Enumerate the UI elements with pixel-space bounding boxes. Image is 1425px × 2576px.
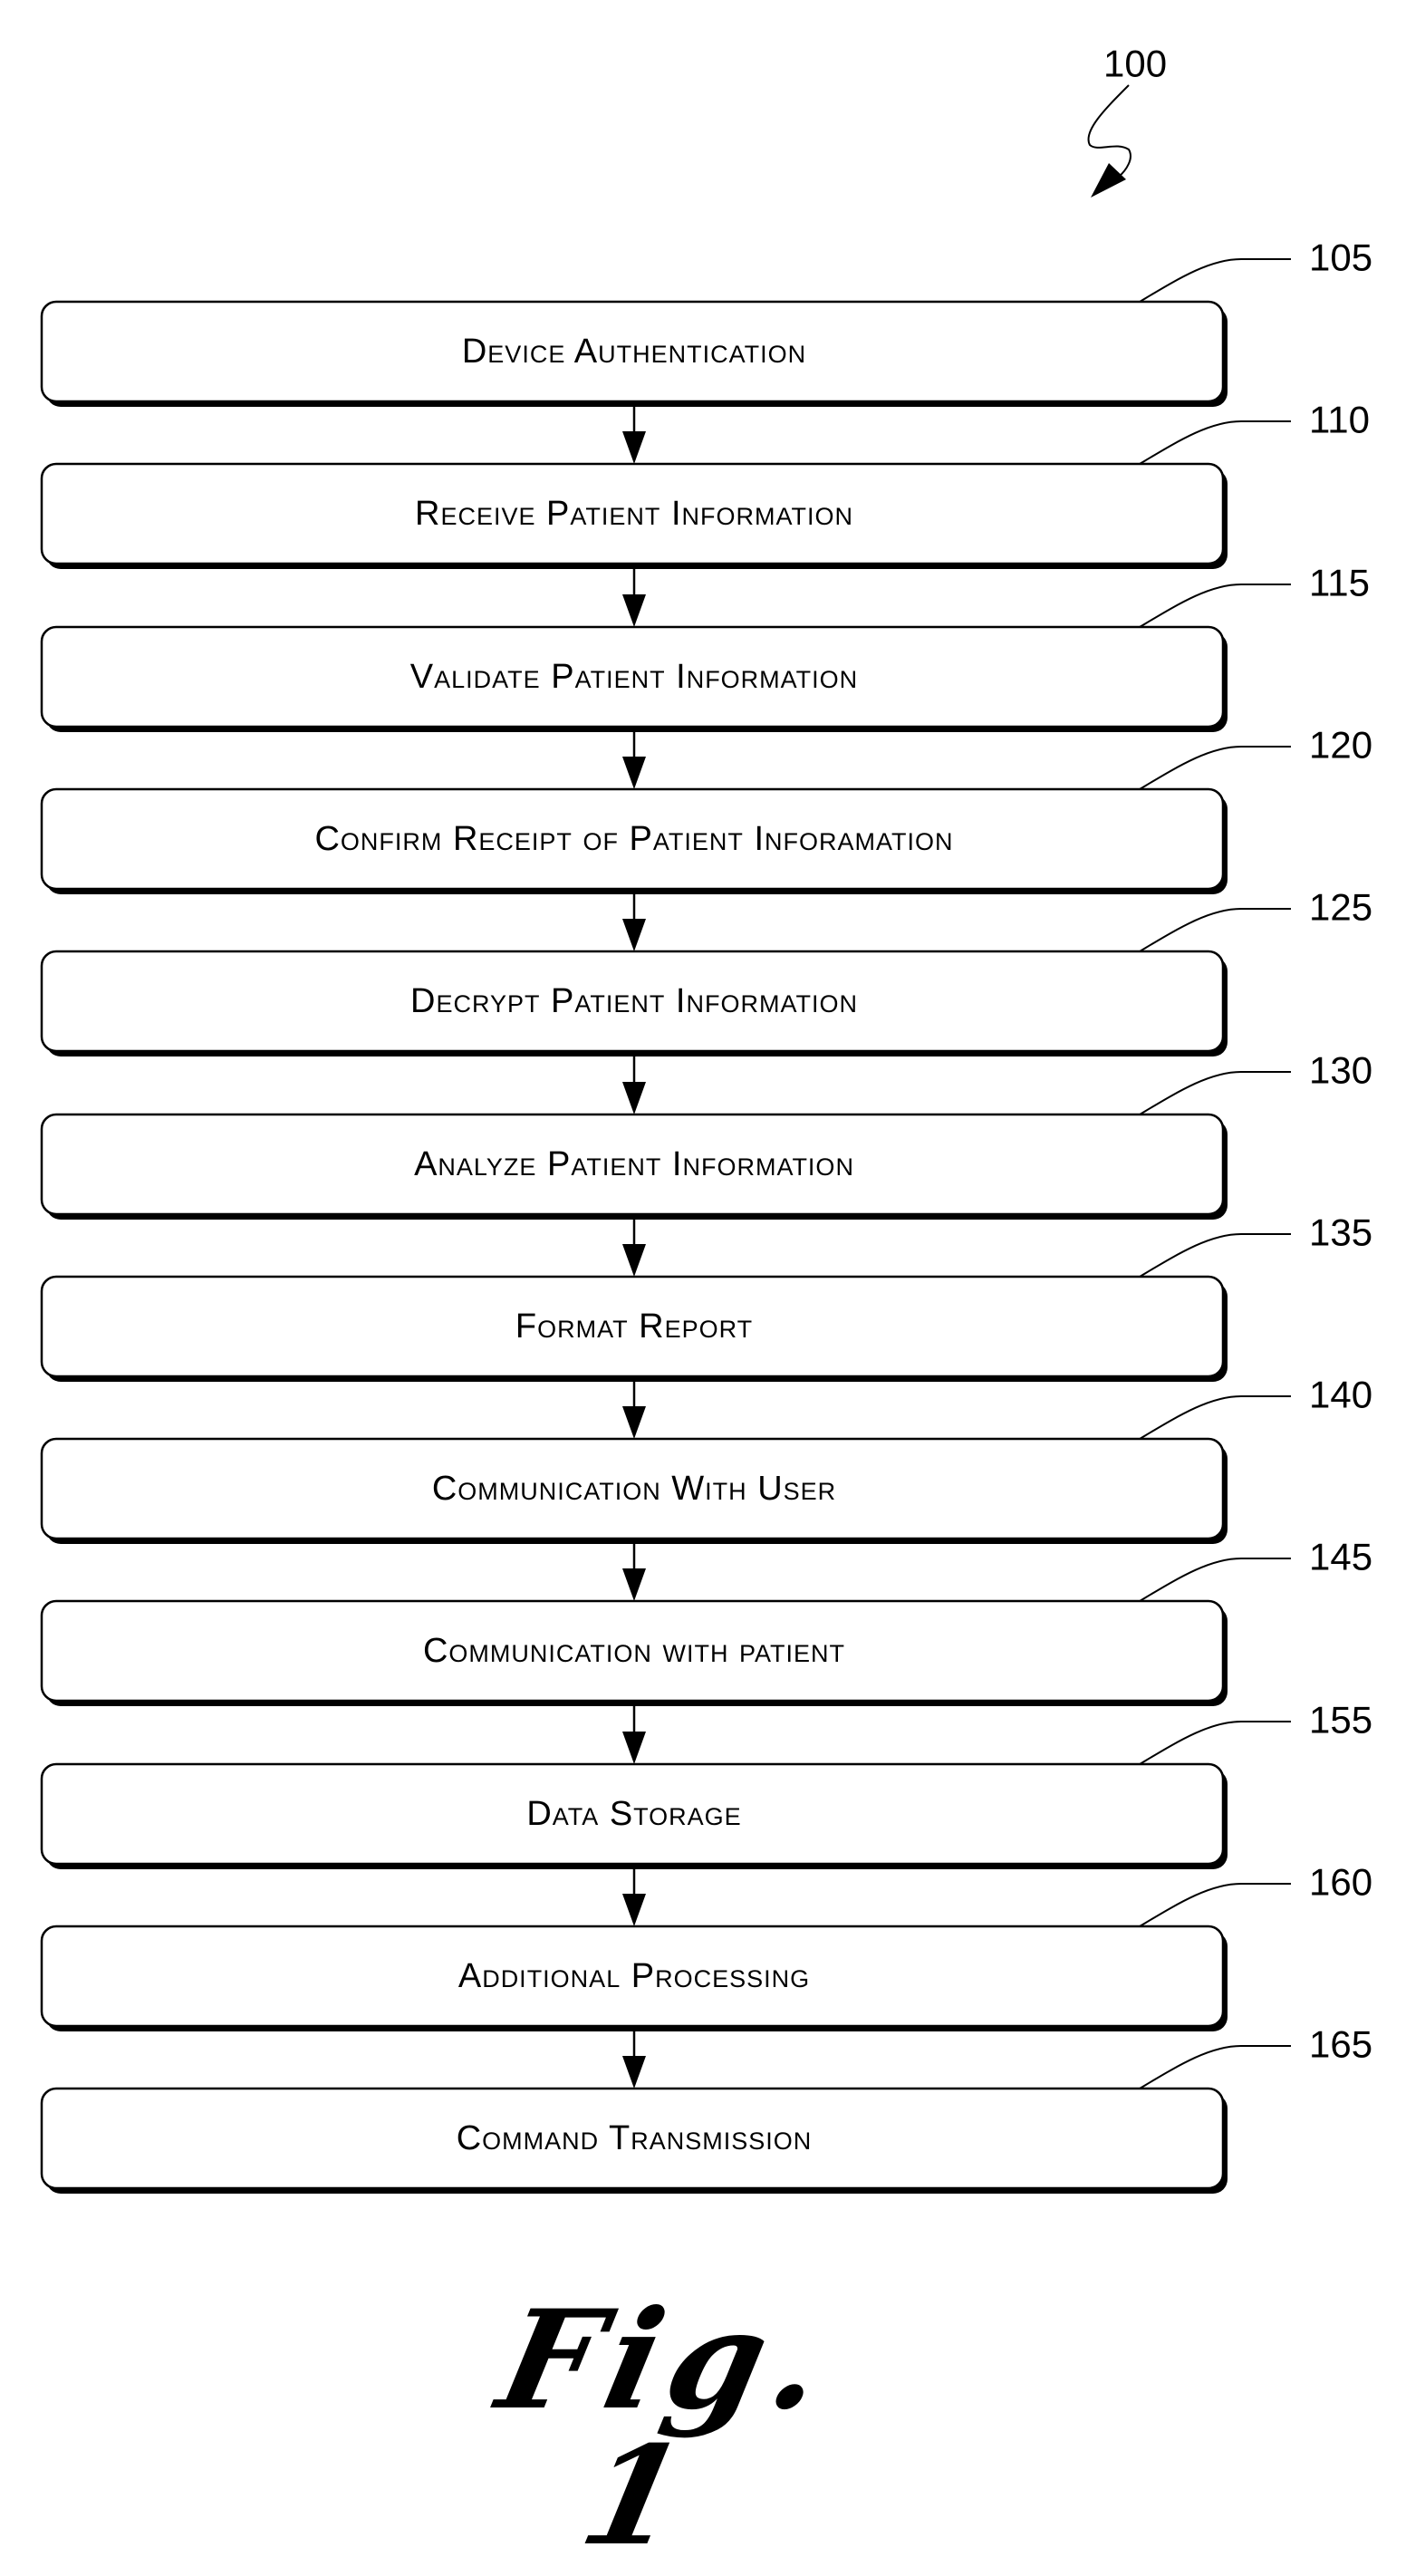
step-label: Data Storage bbox=[526, 1795, 741, 1833]
step-160: Additional Processing 160 bbox=[40, 1861, 1372, 2089]
step-reference-number: 125 bbox=[1309, 886, 1372, 929]
step-label: Decrypt Patient Information bbox=[410, 982, 858, 1020]
steps-layer: Device Authentication 105 Receive Patient … bbox=[40, 236, 1372, 2194]
step-130: Analyze Patient Information 130 bbox=[40, 1049, 1372, 1277]
step-120: Confirm Receipt of Patient Inforamation 1… bbox=[40, 724, 1372, 951]
arrow-down-icon bbox=[622, 1568, 646, 1601]
step-140: Communication With User 140 bbox=[40, 1374, 1372, 1601]
step-reference-number: 145 bbox=[1309, 1536, 1372, 1578]
step-165: Command Transmission 165 bbox=[40, 2023, 1372, 2194]
leader-line bbox=[1139, 1071, 1291, 1115]
leader-line bbox=[1139, 908, 1291, 952]
leader-line bbox=[1139, 1395, 1291, 1440]
leader-line bbox=[1139, 420, 1291, 465]
arrow-down-icon bbox=[622, 757, 646, 789]
leader-line bbox=[1139, 1721, 1291, 1765]
flowchart: 100 Device Authentication 105 Receive Pati… bbox=[40, 43, 1372, 2194]
step-label: Receive Patient Information bbox=[415, 495, 853, 533]
step-125: Decrypt Patient Information 125 bbox=[40, 886, 1372, 1114]
step-145: Communication with patient 145 bbox=[40, 1536, 1372, 1764]
step-155: Data Storage 155 bbox=[40, 1699, 1372, 1926]
step-135: Format Report 135 bbox=[40, 1211, 1372, 1439]
leader-line bbox=[1139, 746, 1291, 790]
arrow-down-icon bbox=[622, 2056, 646, 2089]
step-reference-number: 110 bbox=[1309, 399, 1370, 441]
leader-line bbox=[1139, 584, 1291, 628]
arrow-down-icon bbox=[622, 431, 646, 464]
step-reference-number: 140 bbox=[1309, 1374, 1372, 1416]
step-115: Validate Patient Information 115 bbox=[40, 562, 1370, 789]
step-reference-number: 130 bbox=[1309, 1049, 1372, 1092]
figure-caption: Fig. 1 bbox=[486, 2281, 847, 2576]
arrowhead-icon bbox=[1091, 163, 1126, 198]
figure-reference-number: 100 bbox=[1103, 43, 1167, 85]
figure-reference: 100 bbox=[1087, 43, 1167, 198]
step-label: Additional Processing bbox=[458, 1957, 810, 1995]
leader-line bbox=[1139, 1233, 1291, 1278]
step-reference-number: 115 bbox=[1309, 562, 1370, 604]
step-reference-number: 105 bbox=[1309, 236, 1372, 279]
step-label: Communication with patient bbox=[423, 1632, 845, 1670]
step-label: Format Report bbox=[515, 1307, 753, 1346]
step-reference-number: 165 bbox=[1309, 2023, 1372, 2066]
arrow-down-icon bbox=[622, 1894, 646, 1926]
leader-line bbox=[1139, 1883, 1291, 1927]
step-reference-number: 160 bbox=[1309, 1861, 1372, 1904]
arrow-down-icon bbox=[622, 1406, 646, 1439]
step-reference-number: 135 bbox=[1309, 1211, 1372, 1254]
step-reference-number: 120 bbox=[1309, 724, 1372, 767]
step-reference-number: 155 bbox=[1309, 1699, 1372, 1741]
leader-line bbox=[1139, 2045, 1291, 2089]
step-label: Communication With User bbox=[432, 1470, 836, 1508]
arrow-down-icon bbox=[622, 1732, 646, 1764]
step-label: Command Transmission bbox=[457, 2119, 813, 2157]
squiggle-arrow-icon bbox=[1087, 84, 1131, 178]
step-label: Analyze Patient Information bbox=[414, 1145, 854, 1183]
step-label: Confirm Receipt of Patient Inforamation bbox=[314, 820, 953, 858]
leader-line bbox=[1139, 1558, 1291, 1602]
arrow-down-icon bbox=[622, 594, 646, 627]
step-label: Device Authentication bbox=[462, 333, 806, 371]
arrow-down-icon bbox=[622, 919, 646, 951]
arrow-down-icon bbox=[622, 1244, 646, 1277]
step-label: Validate Patient Information bbox=[410, 658, 858, 696]
arrow-down-icon bbox=[622, 1082, 646, 1114]
step-110: Receive Patient Information 110 bbox=[40, 399, 1370, 627]
step-105: Device Authentication 105 bbox=[40, 236, 1372, 464]
leader-line bbox=[1139, 258, 1291, 303]
